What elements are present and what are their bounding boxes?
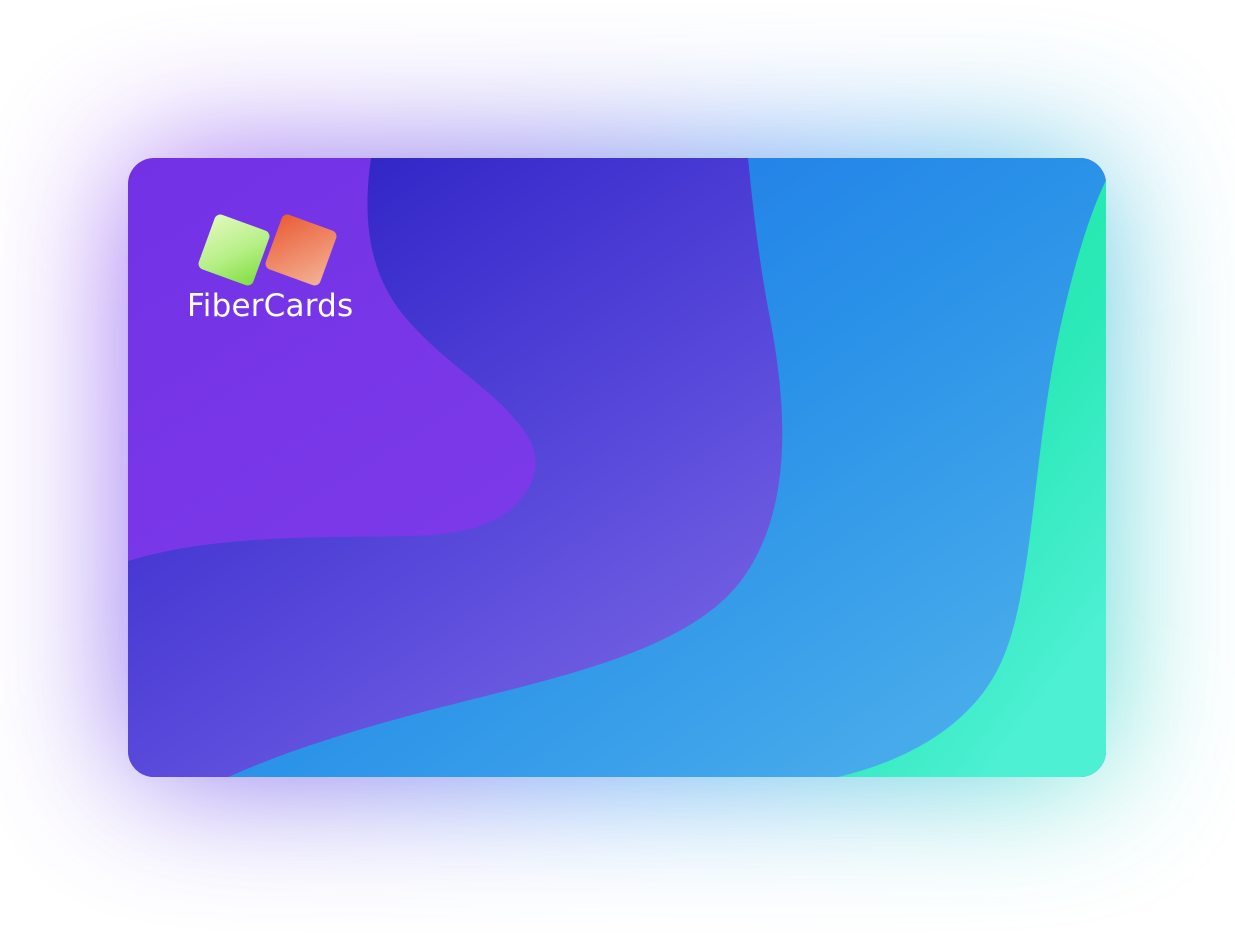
two-tilted-squares-logo-icon	[198, 214, 337, 286]
brand-logo: FiberCards	[186, 210, 356, 330]
canvas: FiberCards	[0, 0, 1235, 936]
fibercards-card: FiberCards	[128, 158, 1106, 777]
brand-name: FiberCards	[187, 288, 354, 324]
